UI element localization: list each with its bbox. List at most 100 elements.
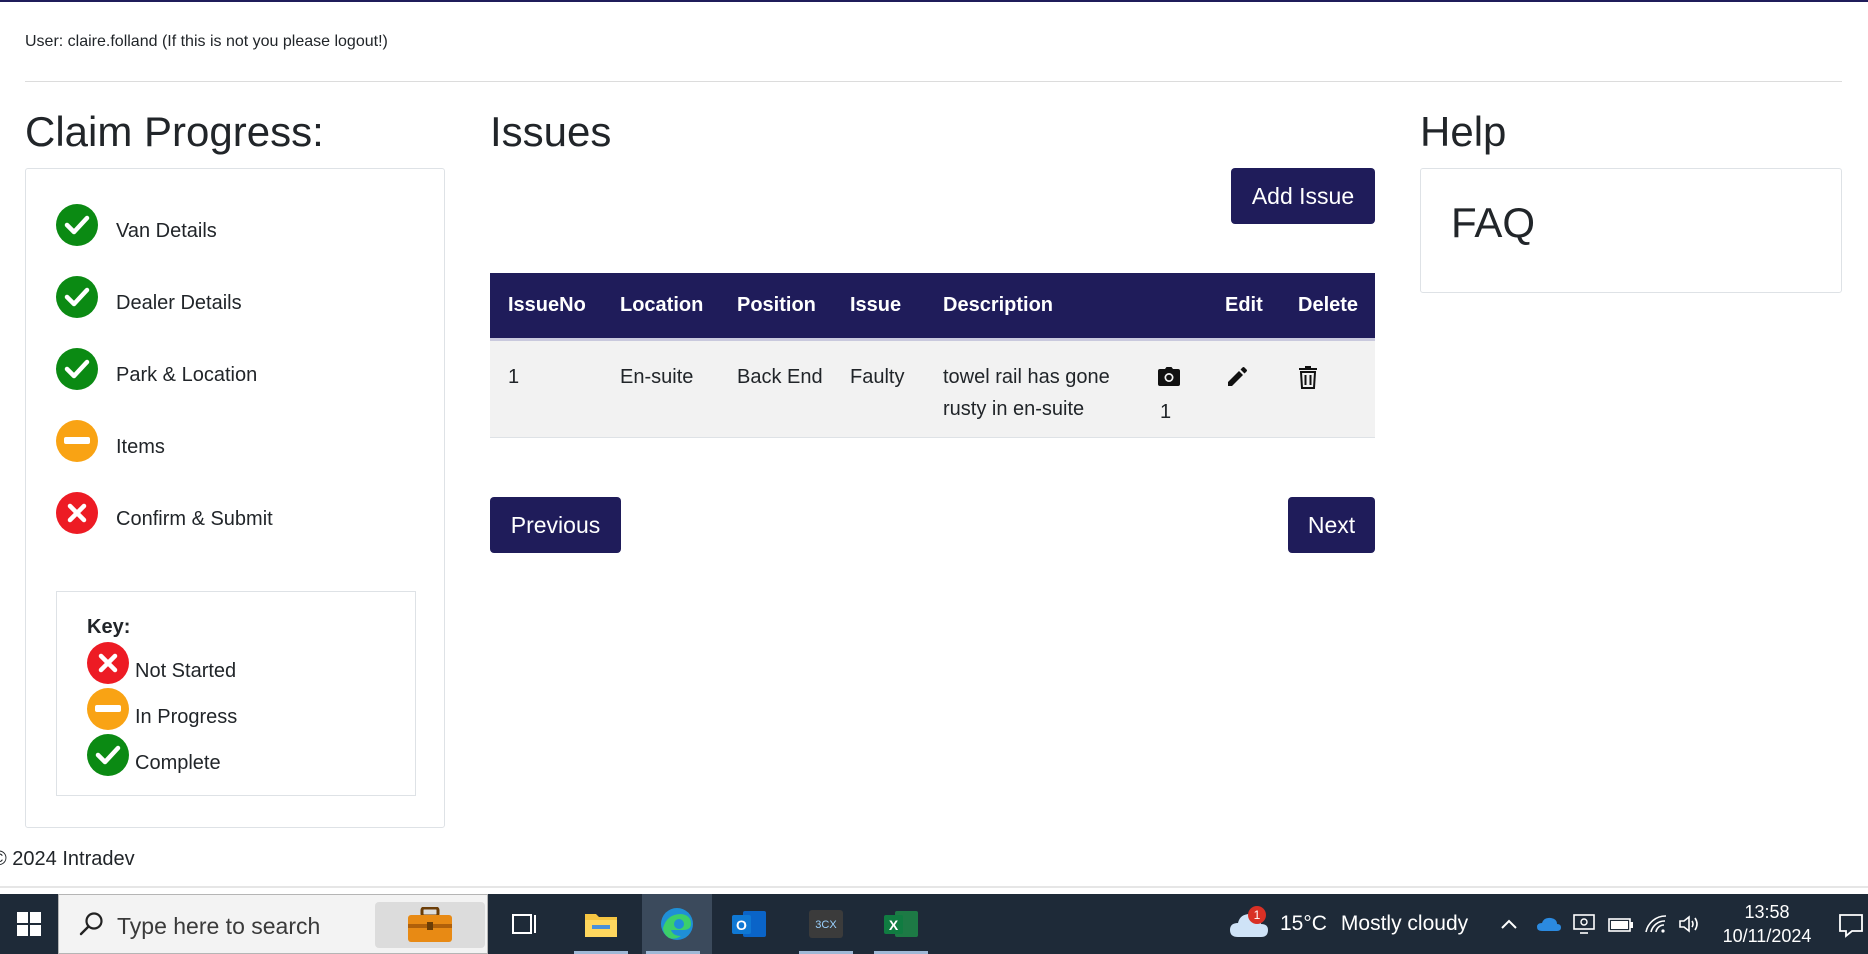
pencil-icon[interactable] (1225, 361, 1280, 389)
check-icon (56, 348, 98, 390)
edge-icon (661, 908, 693, 940)
photo-count: 1 (1160, 400, 1172, 423)
issues-table: IssueNo Location Position Issue Descript… (490, 273, 1375, 438)
key-in-progress: In Progress (87, 688, 237, 730)
step-van-details[interactable]: Van Details (56, 203, 217, 247)
camera-icon[interactable] (1158, 361, 1207, 386)
previous-button[interactable]: Previous (490, 497, 621, 553)
clock-date: 10/11/2024 (1722, 926, 1812, 946)
key-label: In Progress (135, 705, 238, 728)
cell-photos[interactable]: 1 (1140, 339, 1207, 437)
minus-icon (56, 420, 98, 462)
step-items[interactable]: Items (56, 419, 165, 463)
step-label: Park & Location (116, 363, 258, 386)
step-confirm-submit[interactable]: Confirm & Submit (56, 491, 273, 535)
onedrive-icon (1537, 917, 1561, 931)
cross-icon (87, 642, 129, 684)
cell-edit[interactable] (1207, 339, 1280, 437)
search-icon (79, 911, 105, 942)
svg-text:O: O (736, 917, 747, 933)
battery-tray[interactable] (1608, 894, 1634, 954)
monitor-icon (1573, 914, 1595, 934)
step-label: Van Details (116, 219, 217, 242)
speaker-icon (1679, 915, 1698, 933)
check-icon (87, 734, 129, 776)
search-placeholder: Type here to search (117, 913, 321, 939)
col-issue-no: IssueNo (508, 293, 586, 316)
wifi-tray[interactable] (1644, 894, 1668, 954)
task-view-icon (512, 914, 536, 934)
user-info: User: claire.folland (If this is not you… (25, 33, 388, 50)
top-border (0, 0, 1868, 2)
col-delete: Delete (1298, 293, 1359, 316)
taskbar-search[interactable]: Type here to search (58, 894, 488, 954)
check-icon (56, 204, 98, 246)
svg-text:X: X (889, 917, 899, 933)
step-park-location[interactable]: Park & Location (56, 347, 257, 391)
cell-description: towel rail has gone rusty in en-suite (943, 365, 1110, 420)
help-title: Help (1420, 108, 1507, 155)
step-label: Confirm & Submit (116, 507, 273, 530)
cell-issue-no: 1 (508, 365, 520, 388)
weather-temp: 15°C (1280, 912, 1327, 935)
col-location: Location (620, 293, 704, 316)
windows-start-button[interactable] (0, 894, 58, 954)
minus-icon (87, 688, 129, 730)
trash-icon[interactable] (1298, 361, 1375, 389)
taskbar-clock[interactable]: 13:58 10/11/2024 (1715, 900, 1819, 948)
add-issue-button[interactable]: Add Issue (1231, 168, 1375, 224)
cell-issue: Faulty (850, 365, 905, 388)
3cx-icon: 3CX (809, 910, 843, 938)
step-label: Items (116, 435, 165, 458)
chevron-up-icon (1501, 919, 1517, 929)
issues-title: Issues (490, 108, 612, 155)
col-position: Position (737, 293, 816, 316)
excel-icon: X (884, 911, 918, 937)
footer-divider (0, 886, 1868, 888)
weather-badge: 1 (1248, 906, 1266, 924)
clock-time: 13:58 (1744, 902, 1790, 922)
windows-logo-icon (17, 912, 41, 936)
excel-button[interactable]: X (870, 894, 932, 954)
cell-location: En-suite (620, 365, 694, 388)
weather-widget[interactable]: 1 15°C Mostly cloudy (1228, 894, 1468, 954)
onedrive-tray[interactable] (1536, 894, 1562, 954)
3cx-button[interactable]: 3CX (795, 894, 857, 954)
col-photo (1140, 273, 1207, 339)
table-row: 1 En-suite Back End Faulty towel rail ha… (490, 339, 1375, 437)
col-edit: Edit (1225, 293, 1263, 316)
briefcase-icon[interactable] (375, 902, 485, 948)
help-card: FAQ (1420, 168, 1842, 293)
svg-text:3CX: 3CX (815, 919, 837, 931)
status-key: Key: Not Started In Progress Complete (56, 591, 416, 796)
table-header-row: IssueNo Location Position Issue Descript… (490, 273, 1375, 339)
wifi-icon (1645, 915, 1667, 933)
step-dealer-details[interactable]: Dealer Details (56, 275, 242, 319)
header-divider (25, 81, 1842, 82)
cell-delete[interactable] (1280, 339, 1375, 437)
cross-icon (56, 492, 98, 534)
key-complete: Complete (87, 734, 221, 776)
step-label: Dealer Details (116, 291, 242, 314)
col-issue: Issue (850, 293, 902, 316)
notification-center-button[interactable] (1838, 912, 1864, 943)
faq-link[interactable]: FAQ (1451, 199, 1535, 247)
network-drive-tray[interactable] (1572, 894, 1596, 954)
outlook-button[interactable]: O (718, 894, 780, 954)
cell-position: Back End (737, 365, 823, 388)
check-icon (56, 276, 98, 318)
weather-description: Mostly cloudy (1340, 912, 1469, 935)
taskbar: Type here to search O 3CX X 1 15°C Mostl… (0, 894, 1868, 954)
task-view-button[interactable] (494, 894, 556, 954)
claim-progress-title: Claim Progress: (25, 108, 324, 155)
edge-browser-button[interactable] (642, 894, 712, 954)
tray-overflow-button[interactable] (1500, 894, 1518, 954)
claim-progress-card: Van Details Dealer Details Park & Locati… (25, 168, 445, 828)
volume-tray[interactable] (1678, 894, 1702, 954)
folder-icon (585, 914, 617, 937)
next-button[interactable]: Next (1288, 497, 1375, 553)
outlook-icon: O (732, 911, 766, 937)
notification-icon (1839, 914, 1863, 938)
battery-icon (1608, 918, 1633, 932)
file-explorer-button[interactable] (570, 894, 632, 954)
